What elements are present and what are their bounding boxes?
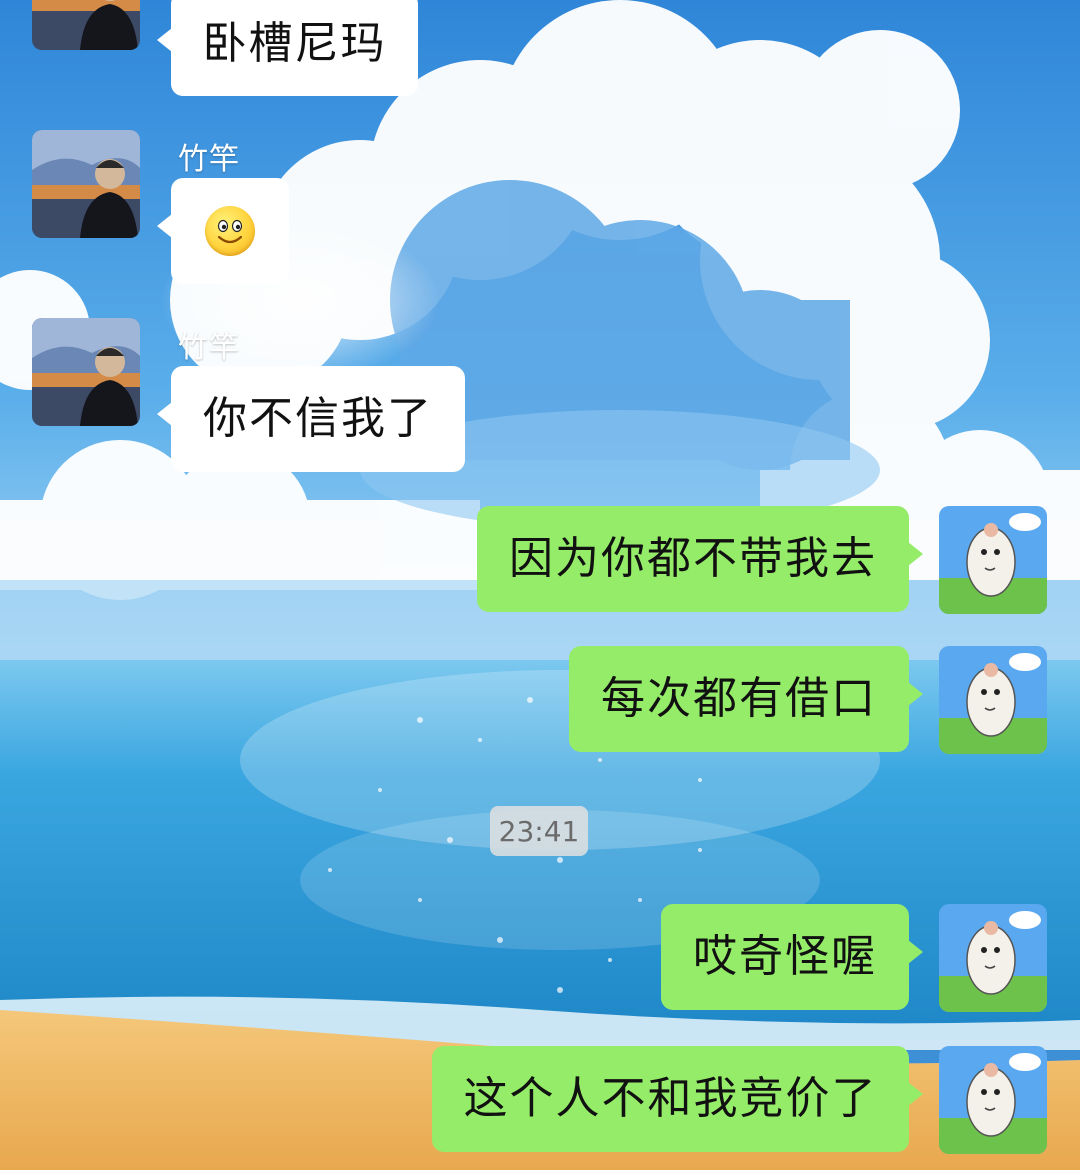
- message-text: 因为你都不带我去: [509, 533, 877, 584]
- message-bubble-incoming[interactable]: 卧槽尼玛: [157, 0, 418, 96]
- message-timestamp: 23:41: [490, 806, 588, 856]
- my-avatar[interactable]: [939, 506, 1047, 614]
- contact-avatar[interactable]: [32, 0, 140, 50]
- message-text: 每次都有借口: [601, 673, 877, 724]
- smile-emoji-icon: [205, 206, 255, 256]
- my-avatar[interactable]: [939, 646, 1047, 754]
- contact-avatar[interactable]: [32, 130, 140, 238]
- chat-message-list[interactable]: 卧槽尼玛 竹竿 竹竿 你不信我了 因为你都不带我去 每次都有借口 23:41 哎…: [0, 0, 1080, 1170]
- message-bubble-incoming[interactable]: 你不信我了: [157, 366, 465, 472]
- message-text: 你不信我了: [203, 393, 433, 444]
- message-bubble-outgoing[interactable]: 哎奇怪喔: [661, 904, 923, 1010]
- contact-avatar[interactable]: [32, 318, 140, 426]
- message-bubble-outgoing[interactable]: 这个人不和我竞价了: [432, 1046, 923, 1152]
- sender-name: 竹竿: [178, 330, 240, 365]
- message-text: 这个人不和我竞价了: [463, 1073, 878, 1124]
- my-avatar[interactable]: [939, 904, 1047, 1012]
- my-avatar[interactable]: [939, 1046, 1047, 1154]
- message-bubble-outgoing[interactable]: 因为你都不带我去: [477, 506, 923, 612]
- sender-name: 竹竿: [178, 142, 240, 177]
- message-text: 哎奇怪喔: [693, 931, 877, 982]
- message-bubble-outgoing[interactable]: 每次都有借口: [569, 646, 923, 752]
- message-bubble-incoming[interactable]: [157, 178, 289, 284]
- message-text: 卧槽尼玛: [202, 18, 387, 69]
